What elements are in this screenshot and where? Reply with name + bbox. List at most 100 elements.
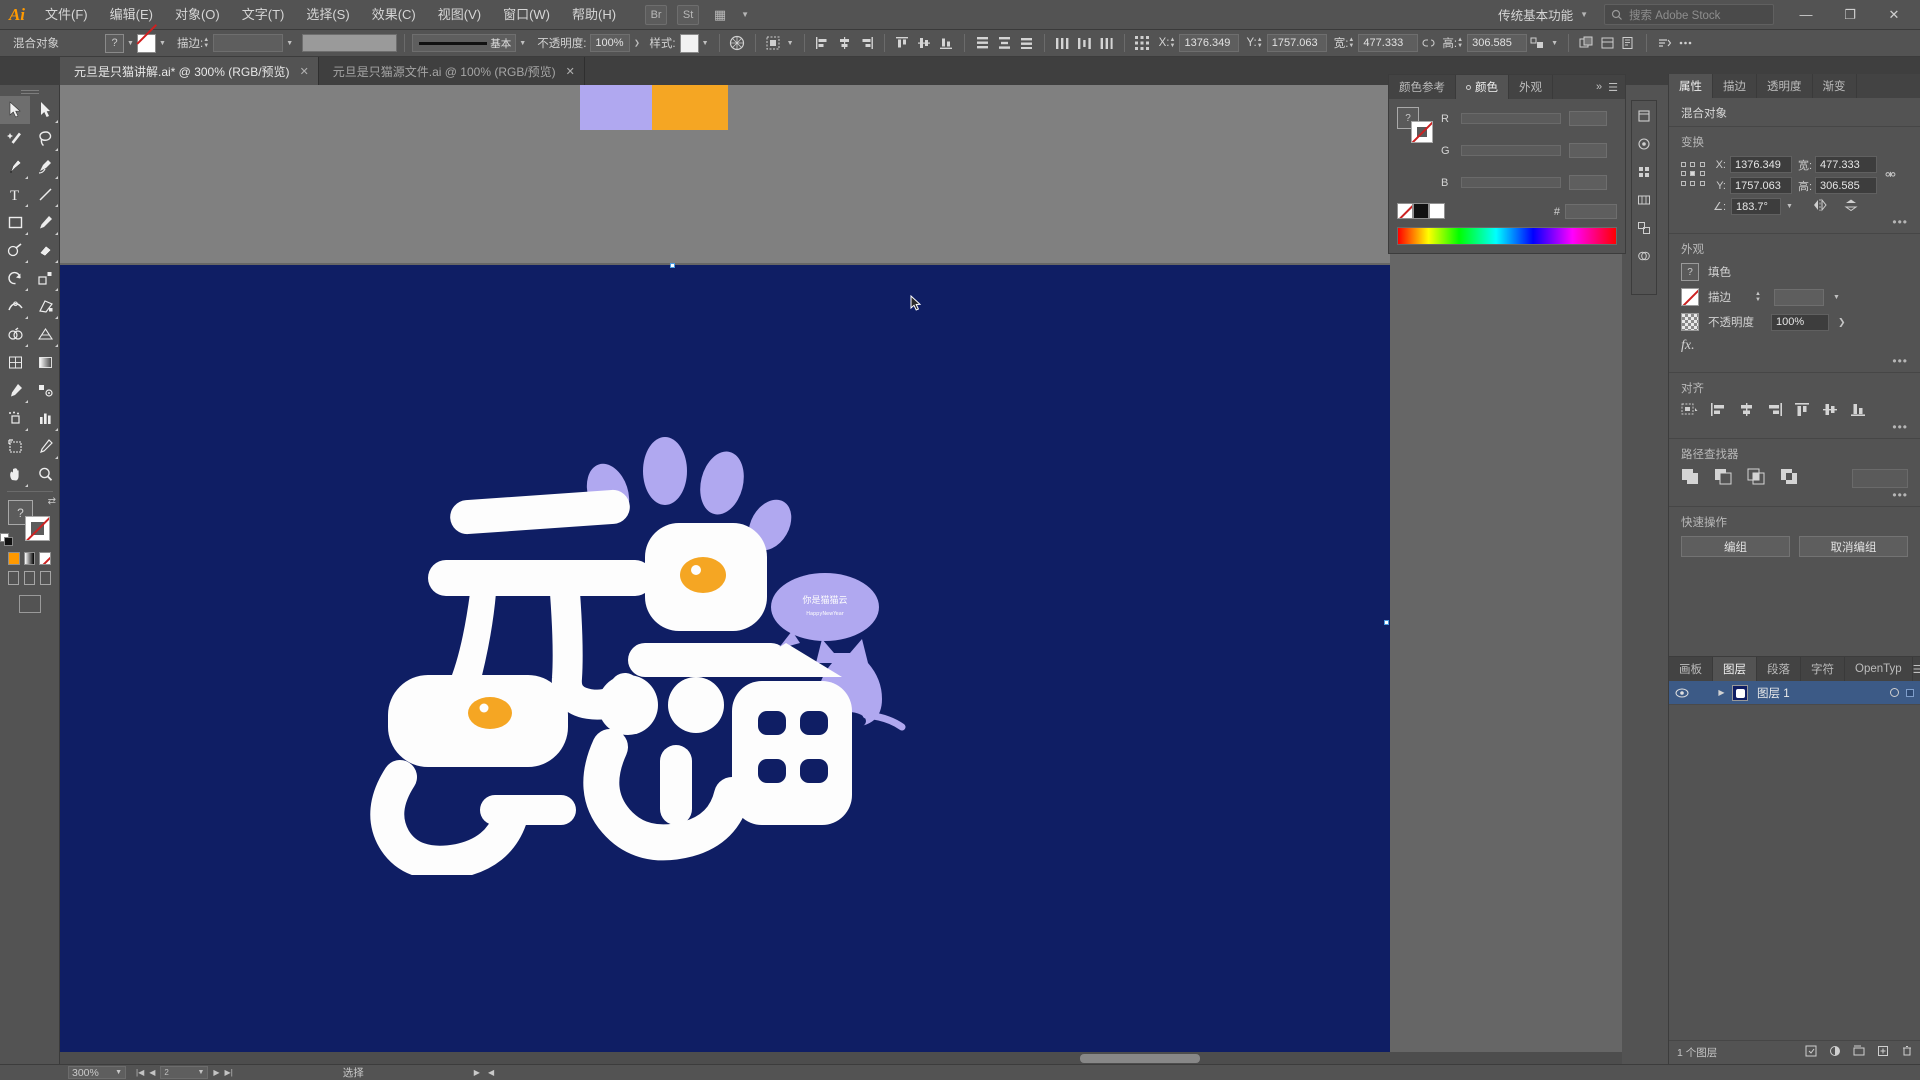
appearance-stroke-swatch[interactable] xyxy=(1681,288,1699,306)
transform-angle-input[interactable]: 183.7° xyxy=(1731,198,1781,215)
transform-y-input[interactable]: 1757.063 xyxy=(1730,177,1792,194)
last-artboard-icon[interactable]: ▶| xyxy=(225,1068,233,1077)
perspective-grid-tool[interactable] xyxy=(30,320,60,348)
shape-builder-tool[interactable] xyxy=(0,320,30,348)
distribute-left-icon[interactable] xyxy=(1052,33,1073,53)
control-stroke-swatch[interactable] xyxy=(137,33,156,53)
ref-pt-bl[interactable] xyxy=(1681,180,1686,186)
brushes-icon[interactable] xyxy=(1633,133,1655,155)
tools-panel-grip[interactable] xyxy=(0,85,59,96)
menu-help[interactable]: 帮助(H) xyxy=(561,0,627,30)
distribute-right-icon[interactable] xyxy=(1096,33,1117,53)
hex-input[interactable] xyxy=(1565,204,1617,219)
appearance-stroke-input[interactable] xyxy=(1774,288,1824,306)
transform-chevron-down-icon[interactable]: ▼ xyxy=(1548,34,1561,53)
color-panel-menu-icon[interactable]: ☰ xyxy=(1608,81,1618,94)
color-mode-gradient-icon[interactable] xyxy=(23,552,36,565)
control-y-stepper[interactable]: ▲ ▼ xyxy=(1257,37,1266,49)
minimize-button[interactable]: — xyxy=(1784,0,1828,29)
control-w-input[interactable]: 477.333 xyxy=(1358,34,1419,52)
recolor-artwork-icon[interactable] xyxy=(727,33,748,53)
layer-row[interactable]: ▶ 图层 1 xyxy=(1669,681,1920,705)
tab-gradient[interactable]: 渐变 xyxy=(1813,74,1857,98)
stock-icon[interactable]: St xyxy=(677,4,700,25)
ref-pt-tc[interactable] xyxy=(1690,162,1696,167)
control-fill-chevron-down-icon[interactable]: ▼ xyxy=(124,34,137,53)
flip-vertical-icon[interactable] xyxy=(1843,198,1859,215)
channel-slider-r[interactable] xyxy=(1461,113,1561,124)
pathfinder-unite-icon[interactable] xyxy=(1681,468,1700,488)
first-artboard-icon[interactable]: |◀ xyxy=(136,1068,144,1077)
blend-tool[interactable] xyxy=(30,376,60,404)
color-mode-color-icon[interactable] xyxy=(8,552,20,565)
transform-reference-point[interactable] xyxy=(1681,162,1707,188)
next-artboard-icon[interactable]: ▶ xyxy=(213,1068,219,1077)
pathfinder-exclude-icon[interactable] xyxy=(1780,468,1799,488)
draw-behind-icon[interactable] xyxy=(24,571,35,585)
align-bottom-icon[interactable] xyxy=(936,33,957,53)
tab-opentype[interactable]: OpenTyp xyxy=(1845,657,1913,681)
swatch-none[interactable] xyxy=(1397,203,1413,219)
ref-pt-ml[interactable] xyxy=(1681,171,1686,177)
close-button[interactable]: ✕ xyxy=(1872,0,1916,29)
distribute-bottom-icon[interactable] xyxy=(1016,33,1037,53)
align-top-icon[interactable] xyxy=(892,33,913,53)
menu-effect[interactable]: 效果(C) xyxy=(361,0,427,30)
arrange-documents-icon[interactable]: ▦ xyxy=(709,5,731,25)
select-similar-chevron-down-icon[interactable]: ▼ xyxy=(784,34,797,53)
constrain-proportions-icon[interactable]: ⚮ xyxy=(1885,167,1896,183)
restore-button[interactable]: ❐ xyxy=(1828,0,1872,29)
menu-object[interactable]: 对象(O) xyxy=(164,0,231,30)
more-options-icon[interactable] xyxy=(1675,33,1696,53)
angle-chevron-down-icon[interactable]: ▼ xyxy=(1786,203,1793,210)
appearance-stroke-stepper[interactable]: ▲ ▼ xyxy=(1755,291,1764,303)
lasso-tool[interactable] xyxy=(30,124,60,152)
tab-character[interactable]: 字符 xyxy=(1801,657,1845,681)
pathfinder-more-options-icon[interactable]: ••• xyxy=(1892,488,1908,502)
column-graph-tool[interactable] xyxy=(30,404,60,432)
appearance-stroke-chevron-down-icon[interactable]: ▼ xyxy=(1833,294,1840,301)
transform-x-input[interactable]: 1376.349 xyxy=(1730,156,1792,173)
swatches-icon[interactable] xyxy=(1633,189,1655,211)
symbol-sprayer-tool[interactable] xyxy=(0,404,30,432)
ref-pt-tl[interactable] xyxy=(1681,162,1686,167)
selection-tool[interactable] xyxy=(0,96,30,124)
stroke-profile-select[interactable]: 基本 xyxy=(412,34,517,52)
zoom-tool[interactable] xyxy=(30,460,60,488)
selection-handle-right[interactable] xyxy=(1384,620,1389,625)
transform-reference-icon[interactable] xyxy=(1132,33,1153,53)
align-bottom-icon[interactable] xyxy=(1850,402,1867,420)
shaper-tool[interactable] xyxy=(0,236,30,264)
tab-transparency[interactable]: 透明度 xyxy=(1757,74,1813,98)
prev-artboard-icon[interactable]: ◀ xyxy=(149,1068,155,1077)
libraries-icon[interactable] xyxy=(1633,105,1655,127)
line-segment-tool[interactable] xyxy=(30,180,60,208)
arrange-chevron-down-icon[interactable]: ▼ xyxy=(741,10,749,19)
document-tab-2-close-icon[interactable]: ✕ xyxy=(566,65,575,78)
flip-horizontal-icon[interactable] xyxy=(1812,198,1828,215)
stock-search-input[interactable]: 搜索 Adobe Stock xyxy=(1604,4,1774,25)
arrange-objects-icon[interactable] xyxy=(1576,33,1597,53)
lock-proportions-icon[interactable] xyxy=(1418,33,1439,53)
align-center-v-icon[interactable] xyxy=(914,33,935,53)
control-h-input[interactable]: 306.585 xyxy=(1467,34,1528,52)
menu-window[interactable]: 窗口(W) xyxy=(492,0,561,30)
draw-inside-icon[interactable] xyxy=(40,571,51,585)
align-more-options-icon[interactable]: ••• xyxy=(1892,420,1908,434)
stroke-preset-field[interactable] xyxy=(302,34,398,52)
workspace-switcher[interactable]: 传统基本功能 ▼ xyxy=(1490,4,1596,26)
color-spectrum-bar[interactable] xyxy=(1397,227,1617,245)
opacity-expand-icon[interactable]: ❯ xyxy=(1838,317,1846,328)
menu-select[interactable]: 选择(S) xyxy=(295,0,360,30)
stroke-weight-chevron-down-icon[interactable]: ▼ xyxy=(283,34,296,53)
width-tool[interactable] xyxy=(0,292,30,320)
selection-handle-top[interactable] xyxy=(670,263,675,268)
control-opacity-input[interactable]: 100% xyxy=(590,34,631,52)
opacity-checker-icon[interactable] xyxy=(1681,313,1699,331)
zoom-chevron-down-icon[interactable]: ▼ xyxy=(115,1069,122,1076)
appearance-opacity-input[interactable]: 100% xyxy=(1771,313,1829,331)
artboard-tool[interactable] xyxy=(0,432,30,460)
stroke-weight-input[interactable] xyxy=(213,34,284,52)
group-button[interactable]: 编组 xyxy=(1681,536,1790,557)
ref-pt-mc[interactable] xyxy=(1690,171,1696,177)
